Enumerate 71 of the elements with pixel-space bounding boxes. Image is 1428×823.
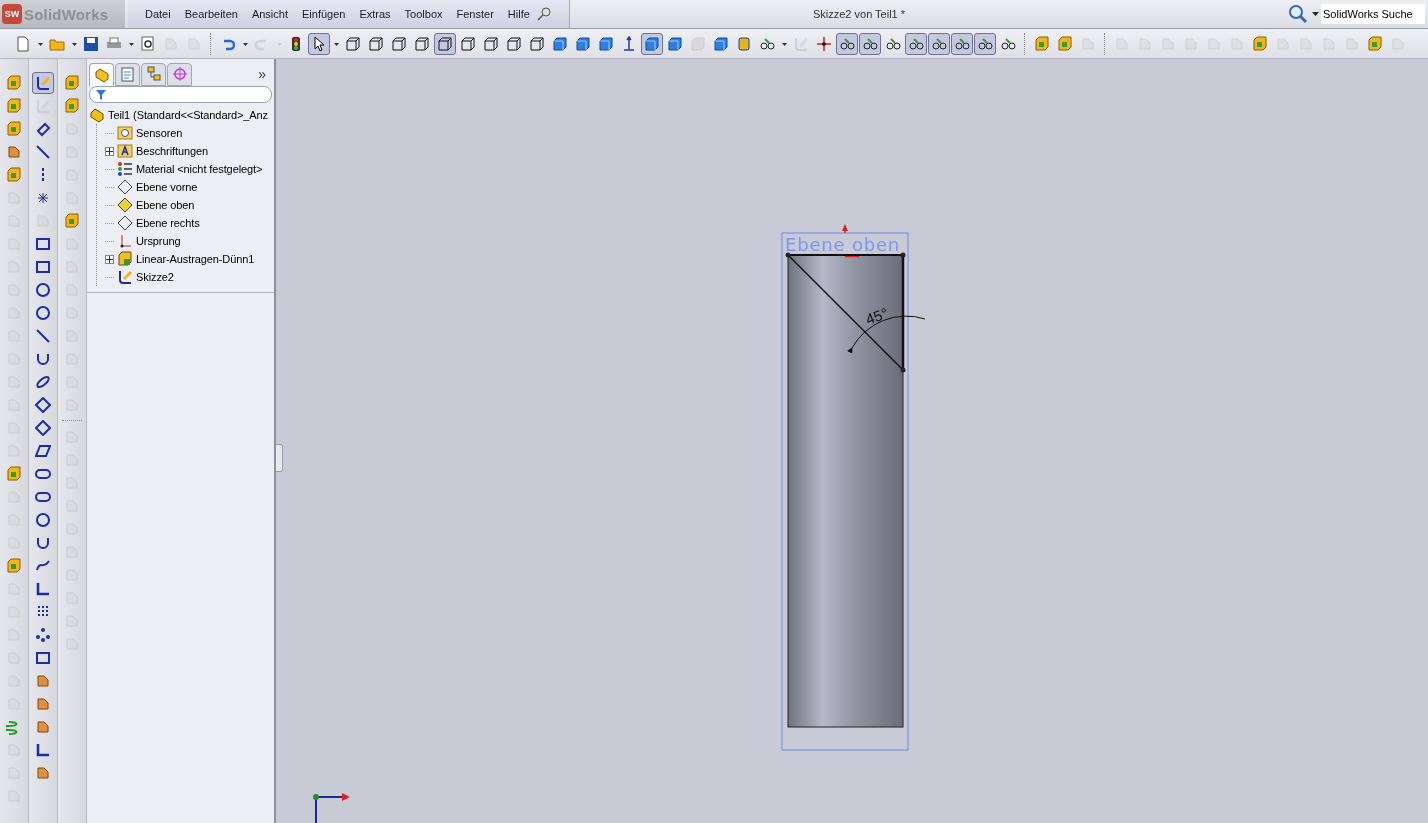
menu-item[interactable]: Fenster (449, 8, 501, 20)
tree-item[interactable]: Sensoren (136, 127, 183, 139)
sketch-line[interactable] (787, 254, 904, 371)
tree-item[interactable]: Skizze2 (136, 271, 174, 283)
feature-tree-tab[interactable] (89, 62, 114, 86)
menu-item[interactable]: Einfügen (295, 8, 353, 20)
menu-item[interactable]: Bearbeiten (177, 8, 245, 20)
sketch-point[interactable] (900, 252, 906, 258)
menu-item[interactable]: Ansicht (244, 8, 295, 20)
menu-item[interactable]: Hilfe (500, 8, 537, 20)
tree-item[interactable]: Ebene oben (136, 199, 195, 211)
search-icon (1288, 4, 1310, 24)
tree-item[interactable]: Linear-Austragen-Dünn1 (136, 253, 255, 265)
plane-icon (117, 197, 133, 213)
material-icon (117, 161, 133, 177)
sketch-line[interactable] (901, 255, 905, 370)
cursor-icon[interactable] (308, 32, 330, 55)
expand-toggle[interactable] (105, 146, 114, 156)
window-title: Skizze2 von Teil1 * (811, 7, 907, 22)
tree-item[interactable]: Material <nicht festgelegt> (136, 163, 263, 175)
wireframe-cube-icon[interactable] (434, 32, 456, 55)
splitter-handle[interactable] (276, 444, 283, 472)
sketch-point[interactable] (785, 252, 791, 258)
tree-item[interactable]: Ebene vorne (136, 181, 198, 193)
plane-label: Ebene oben (785, 234, 900, 255)
hierarchy-icon (145, 66, 162, 82)
annotation-folder-icon (117, 143, 133, 159)
menu-item[interactable]: Toolbox (397, 8, 450, 20)
glasses-icon[interactable] (974, 32, 996, 55)
diamond-icon[interactable] (32, 417, 54, 439)
logo-mark: SW (2, 4, 22, 24)
search-field[interactable]: SolidWorks Suche (1321, 4, 1425, 24)
origin-marker (844, 255, 860, 258)
cube-icon[interactable] (641, 32, 663, 55)
part-icon (89, 107, 105, 123)
extrude-feature-icon (117, 251, 133, 267)
pushpin-icon[interactable] (536, 7, 551, 21)
menu-item[interactable]: Datei (138, 8, 178, 20)
caret-icon[interactable] (1312, 11, 1319, 17)
sketch-point[interactable] (900, 367, 906, 373)
configuration-tab[interactable] (141, 62, 166, 86)
document-icon (119, 66, 136, 82)
filter-field[interactable] (89, 86, 272, 103)
glasses-icon[interactable] (905, 32, 927, 55)
tree-item[interactable]: Ursprung (136, 235, 181, 247)
origin-arrow (842, 224, 848, 234)
expand-chevron[interactable]: » (258, 66, 266, 82)
property-tab[interactable] (115, 62, 140, 86)
sensor-folder-icon (117, 125, 133, 141)
plane-icon (117, 179, 133, 195)
tree-item[interactable]: Beschriftungen (136, 145, 208, 157)
glasses-icon[interactable] (836, 32, 858, 55)
cylinder-face[interactable] (787, 254, 904, 728)
glasses-icon[interactable] (928, 32, 950, 55)
crosshair-icon (171, 66, 188, 82)
glasses-icon[interactable] (951, 32, 973, 55)
expand-toggle[interactable] (105, 254, 114, 264)
glasses-icon[interactable] (859, 32, 881, 55)
menu-item[interactable]: Extras (352, 8, 398, 20)
filter-icon (96, 89, 106, 100)
sketch-icon (117, 269, 133, 285)
crosshair-tab[interactable] (167, 62, 192, 86)
tree-item[interactable]: Teil1 (Standard<<Standard>_Anz (108, 109, 268, 121)
diamond-icon[interactable] (32, 394, 54, 416)
angle-dimension[interactable]: 45° (863, 304, 891, 328)
part-icon (93, 66, 110, 83)
sketch-pencil-icon[interactable] (32, 72, 54, 94)
plane-icon (117, 215, 133, 231)
tree-item[interactable]: Ebene rechts (136, 217, 200, 229)
coordinate-triad (313, 793, 350, 823)
app-logo: SolidWorks (24, 5, 109, 23)
